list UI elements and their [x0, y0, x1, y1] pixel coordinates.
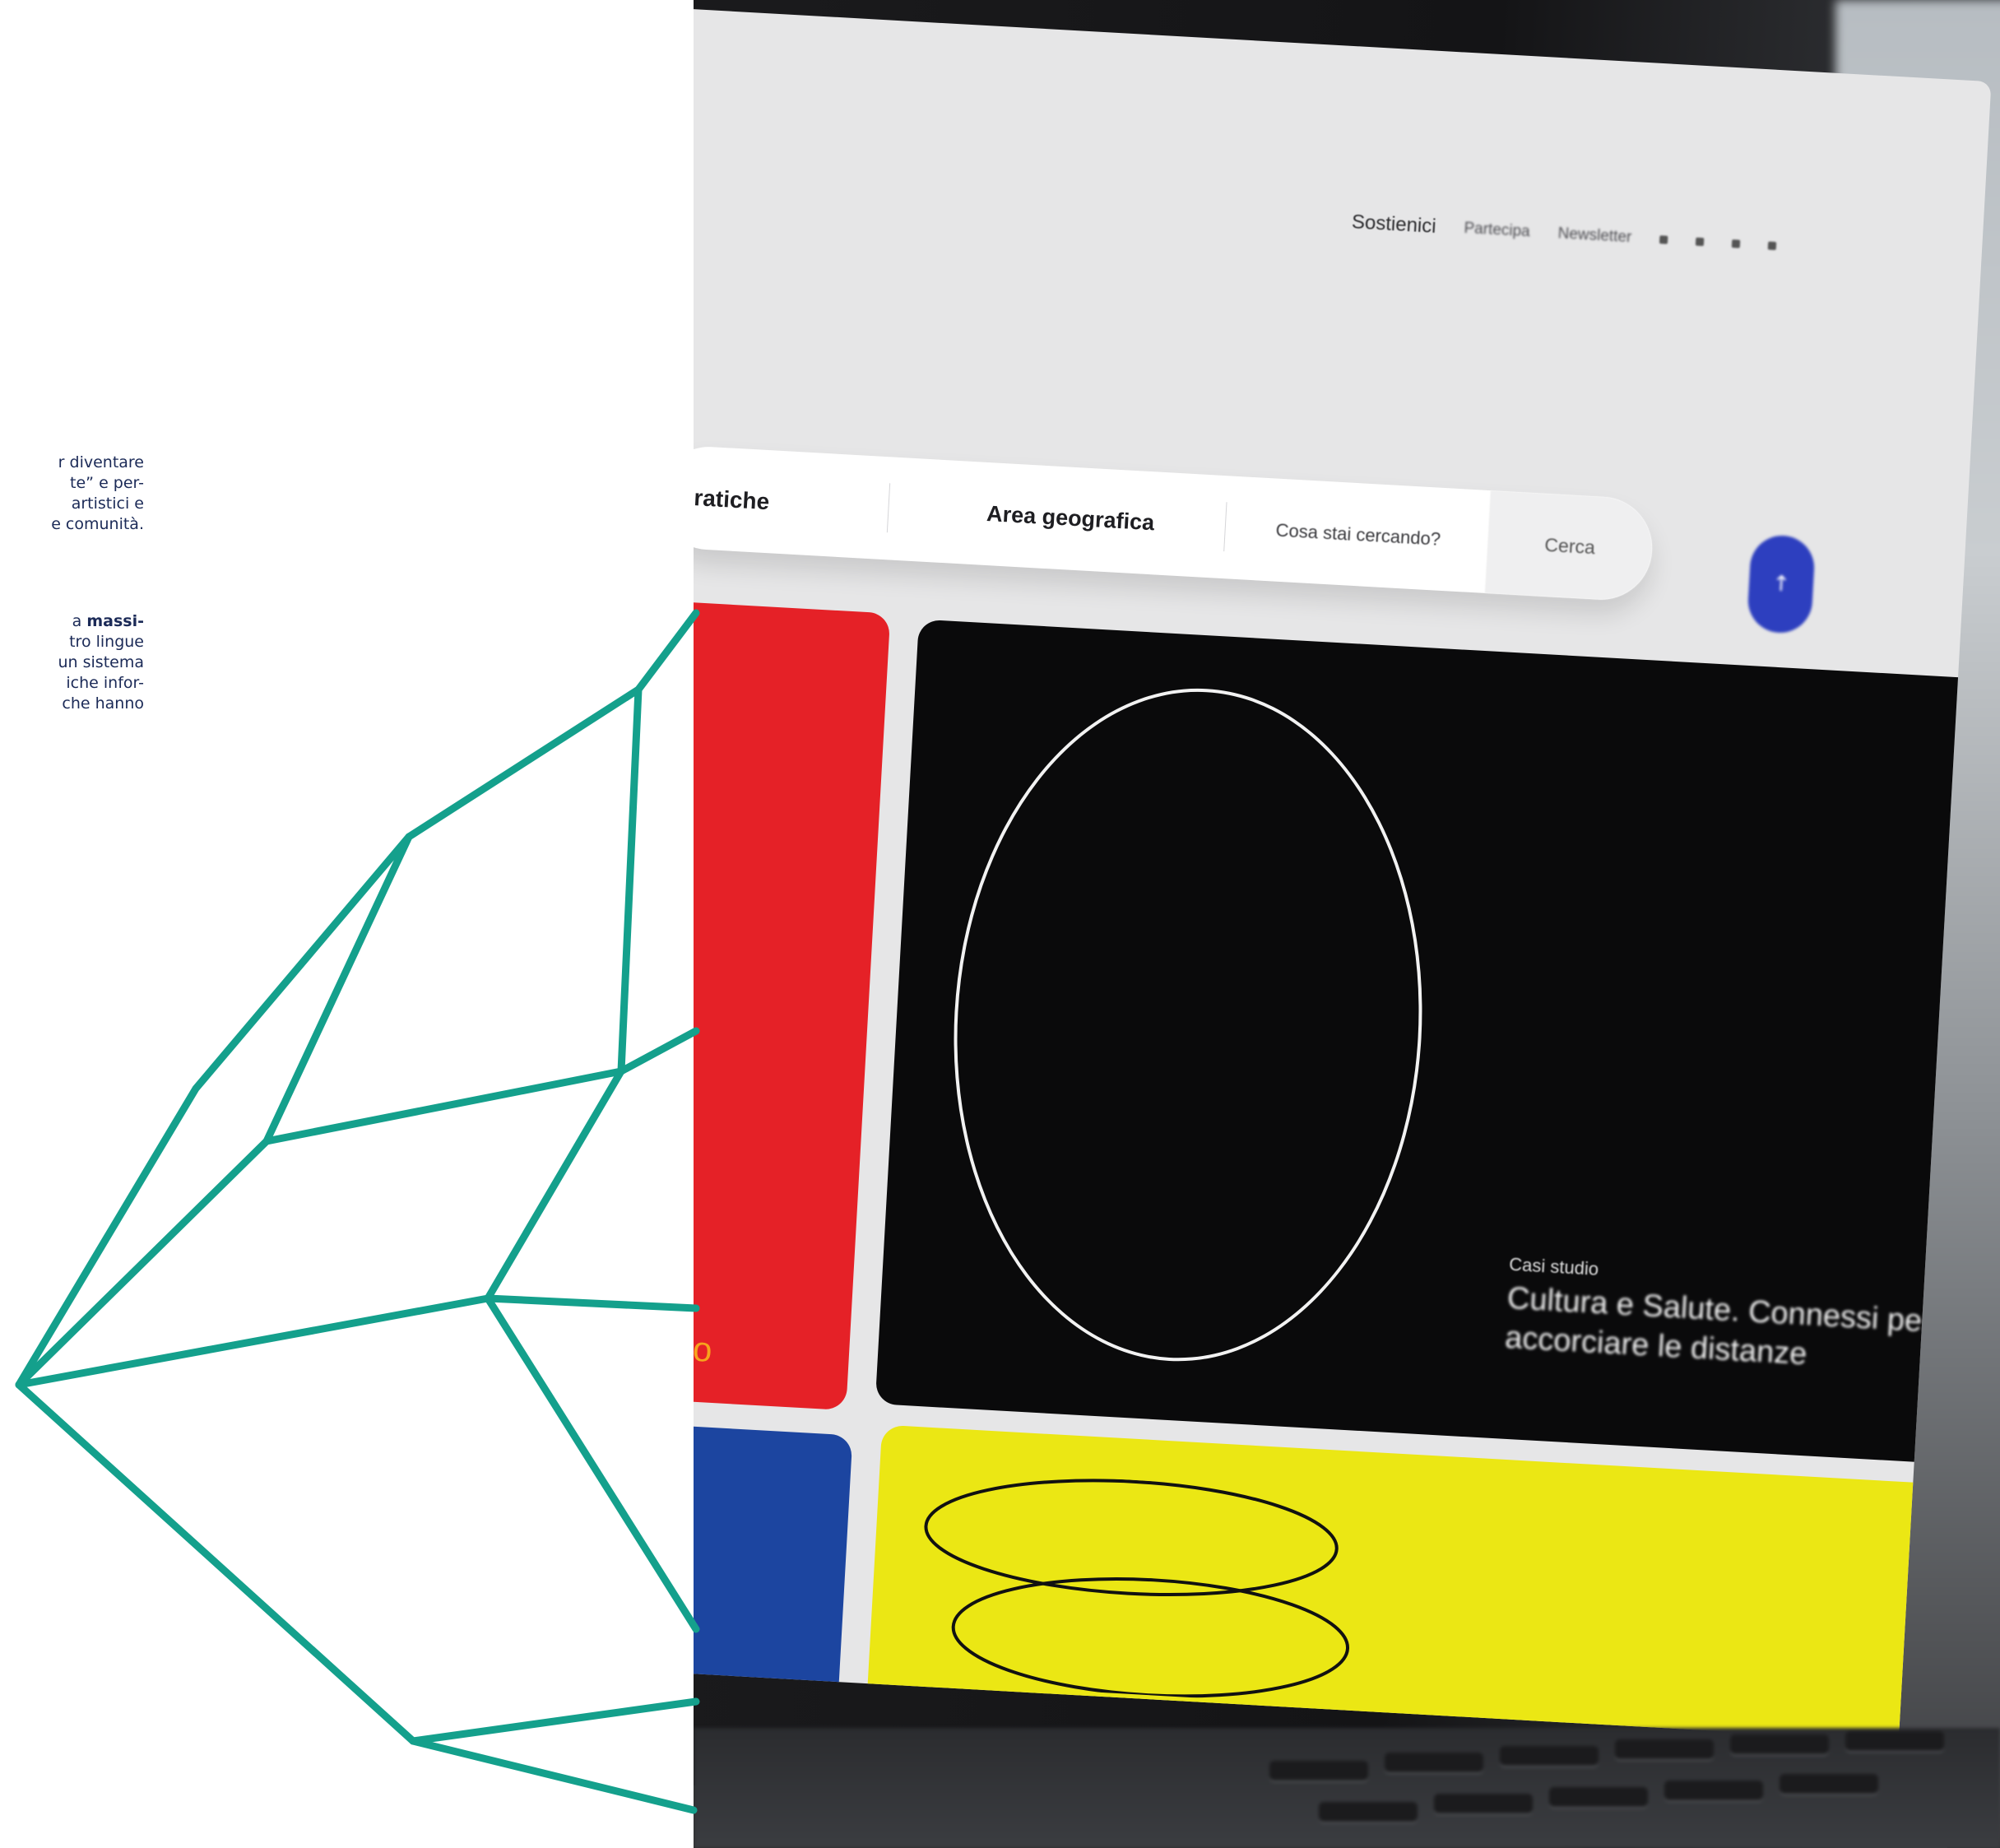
teal-geometric-wireframe [15, 609, 700, 1814]
